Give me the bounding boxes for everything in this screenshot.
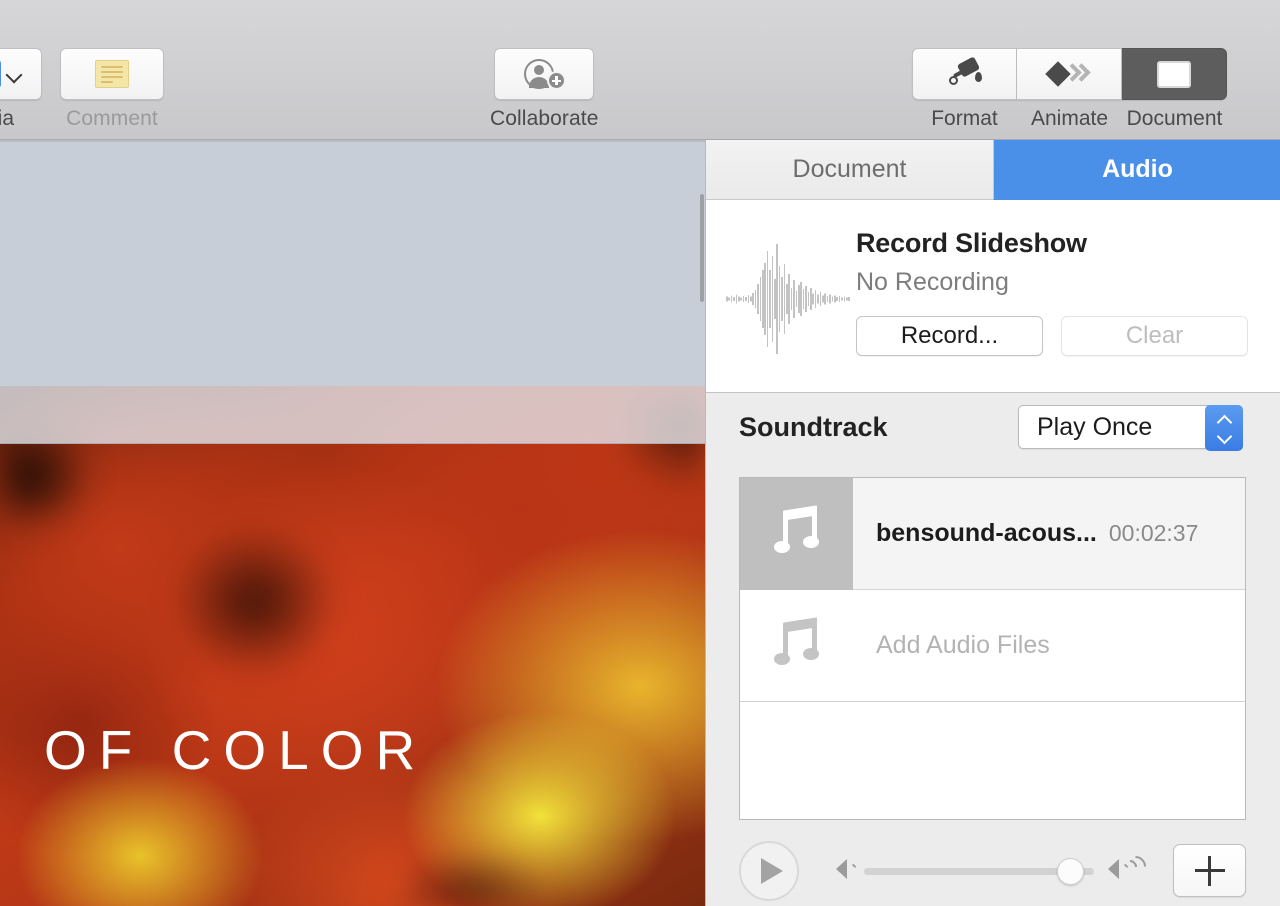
slide-canvas[interactable]: OF COLOR (0, 140, 705, 906)
volume-slider[interactable] (864, 868, 1094, 875)
toolbar: dia Comment Collaborate (0, 0, 1280, 140)
chevron-down-icon (7, 67, 21, 81)
add-person-icon (522, 58, 566, 90)
record-slideshow-title: Record Slideshow (856, 228, 1087, 259)
clear-button: Clear (1061, 316, 1248, 356)
media-icon (0, 61, 1, 87)
animate-button[interactable] (1017, 48, 1122, 100)
add-audio-files-label: Add Audio Files (853, 631, 1050, 660)
chevron-up-icon (1217, 416, 1231, 425)
animate-button-label: Animate (1017, 107, 1122, 131)
media-button-face[interactable] (0, 48, 42, 100)
track-name: bensound-acous... (876, 519, 1097, 548)
note-icon (95, 60, 129, 88)
track-duration: 00:02:37 (1109, 520, 1199, 547)
soundtrack-title: Soundtrack (739, 412, 888, 443)
track-row[interactable]: bensound-acous... 00:02:37 (740, 478, 1245, 590)
play-mode-popup[interactable]: Play Once (1018, 405, 1243, 449)
music-note-icon (774, 620, 820, 672)
track-info: bensound-acous... 00:02:37 (853, 519, 1245, 548)
slide-title[interactable]: OF COLOR (44, 718, 427, 782)
plus-icon (1195, 856, 1225, 886)
soundtrack-list[interactable]: bensound-acous... 00:02:37 Add Audio Fil… (739, 477, 1246, 820)
record-slideshow-section: Record Slideshow No Recording Record... … (706, 200, 1280, 393)
play-mode-value: Play Once (1019, 413, 1152, 442)
format-button-label: Format (912, 107, 1017, 131)
inspector-segmented-control (912, 48, 1227, 100)
inspector-panel: Document Audio Record Slideshow No Recor… (705, 140, 1280, 906)
collaborate-button-label: Collaborate (490, 107, 599, 131)
media-button-label: dia (0, 107, 14, 131)
play-icon (761, 858, 783, 884)
document-button-label: Document (1122, 107, 1227, 131)
media-button[interactable]: dia (0, 48, 42, 131)
comment-button[interactable]: Comment (60, 48, 164, 131)
format-button[interactable] (912, 48, 1017, 100)
play-button[interactable] (739, 841, 799, 901)
canvas-scrollbar-thumb[interactable] (700, 194, 704, 302)
tab-document[interactable]: Document (706, 140, 993, 200)
document-rect-icon (1157, 61, 1191, 88)
comment-button-label: Comment (66, 107, 158, 131)
paintbrush-icon (947, 59, 983, 89)
document-button[interactable] (1122, 48, 1227, 100)
inspector-tabs: Document Audio (706, 140, 1280, 200)
tab-audio[interactable]: Audio (993, 140, 1280, 200)
segmented-control-labels: Format Animate Document (912, 107, 1227, 131)
canvas-top-divider (0, 140, 705, 142)
record-button[interactable]: Record... (856, 316, 1043, 356)
chevron-down-icon (1217, 432, 1231, 441)
soundtrack-controls (706, 836, 1280, 906)
slide-overlay-band (0, 386, 705, 444)
record-status: No Recording (856, 268, 1009, 297)
soundtrack-empty-area[interactable] (740, 702, 1245, 819)
audio-waveform-icon (726, 298, 851, 300)
collaborate-button-face[interactable] (494, 48, 594, 100)
music-note-icon (774, 508, 820, 560)
collaborate-button[interactable]: Collaborate (490, 48, 599, 131)
keynote-window: dia Comment Collaborate (0, 0, 1280, 906)
comment-button-face[interactable] (60, 48, 164, 100)
volume-slider-knob[interactable] (1057, 858, 1084, 885)
add-audio-button[interactable] (1173, 844, 1246, 897)
slide[interactable]: OF COLOR (0, 386, 705, 906)
record-buttons: Record... Clear (856, 316, 1248, 356)
play-mode-stepper[interactable] (1205, 405, 1243, 451)
soundtrack-header: Soundtrack Play Once (706, 394, 1280, 464)
diamond-chevrons-icon (1047, 61, 1091, 87)
track-thumbnail (740, 478, 853, 590)
add-audio-thumbnail (740, 590, 853, 702)
add-audio-files-row[interactable]: Add Audio Files (740, 590, 1245, 702)
